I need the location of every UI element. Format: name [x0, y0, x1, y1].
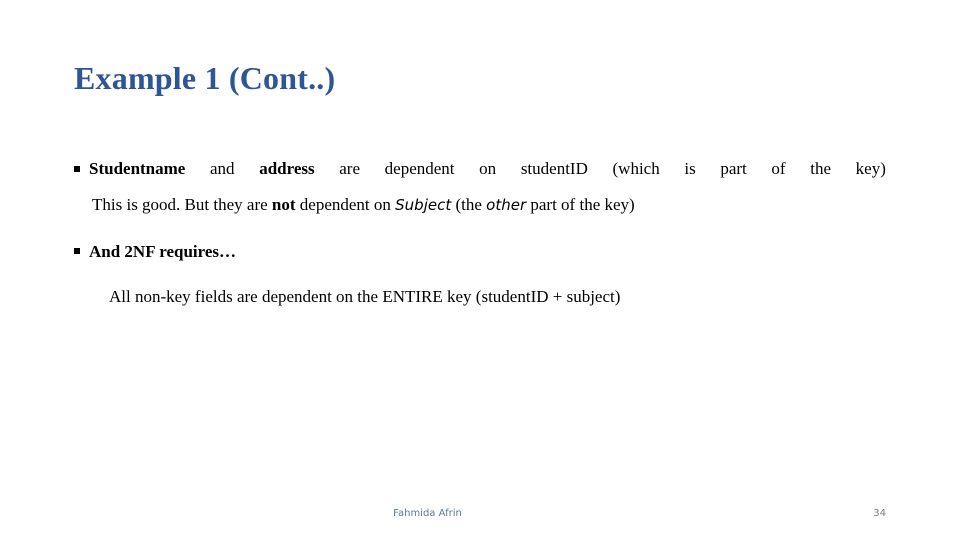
page-number: 34	[873, 508, 886, 519]
square-bullet-icon	[74, 248, 80, 255]
bullet-2: And 2NF requires…	[74, 242, 236, 262]
emphasis-not: not	[271, 195, 296, 214]
text-segment: This is good. But they are	[92, 195, 272, 214]
word: key)	[855, 159, 886, 178]
term-address: address	[259, 159, 315, 178]
text-segment: (the	[451, 195, 487, 214]
bullet-2-text: And 2NF requires…	[89, 242, 237, 261]
slide-title: Example 1 (Cont..)	[74, 60, 336, 96]
emphasis-other: other	[486, 196, 527, 214]
text-segment: part of the key)	[526, 195, 635, 214]
word: is	[684, 159, 696, 178]
bullet-1-text: Studentname and address are dependent on…	[89, 159, 886, 179]
text-segment: dependent on	[295, 195, 396, 214]
bullet-1-continuation: This is good. But they are not dependent…	[92, 195, 635, 215]
emphasis-subject: Subject	[395, 196, 452, 214]
word: part	[720, 159, 747, 178]
word: studentID	[520, 159, 588, 178]
word: on	[479, 159, 497, 178]
word: of	[771, 159, 786, 178]
square-bullet-icon	[74, 166, 80, 172]
footer-author: Fahmida Afrin	[393, 508, 462, 519]
word: the	[810, 159, 832, 178]
bullet-1: Studentname and address are dependent on…	[74, 159, 886, 179]
bullet-2-subtext: All non-key fields are dependent on the …	[109, 287, 621, 306]
word: are	[339, 159, 361, 178]
word: dependent	[384, 159, 455, 178]
word: (which	[612, 159, 660, 178]
word: and	[210, 159, 235, 178]
term-studentname: Studentname	[89, 159, 186, 178]
